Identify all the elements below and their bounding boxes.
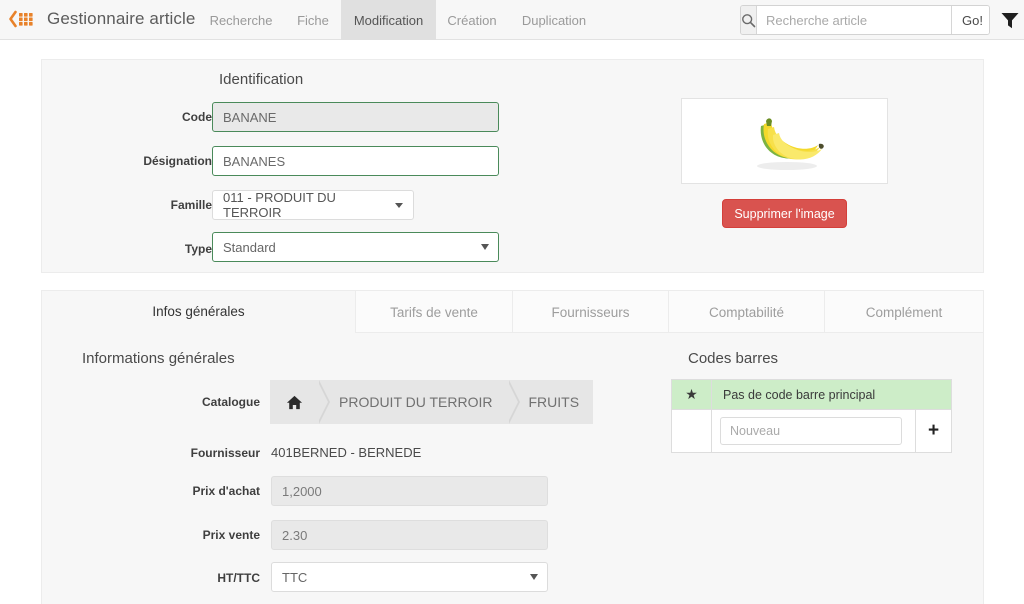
- nav-tab-recherche[interactable]: Recherche: [205, 0, 277, 40]
- famille-dropdown[interactable]: 011 - PRODUIT DU TERROIR: [212, 190, 414, 220]
- tab-fournisseurs[interactable]: Fournisseurs: [512, 291, 668, 333]
- codes-barres-table: ★ Pas de code barre principal +: [671, 379, 952, 453]
- prix-achat-label: Prix d'achat: [192, 484, 260, 498]
- httc-select[interactable]: TTC: [271, 562, 548, 592]
- top-navigation-bar: Gestionnaire article Recherche Fiche Mod…: [0, 0, 1024, 40]
- prix-achat-input[interactable]: [271, 476, 548, 506]
- tab-underline: [355, 332, 984, 333]
- type-label: Type: [184, 242, 212, 256]
- infos-generales-title: Informations générales: [82, 350, 235, 367]
- search-input[interactable]: [757, 6, 951, 34]
- tab-infos-generales[interactable]: Infos générales: [42, 291, 355, 333]
- product-image-frame: [681, 98, 888, 184]
- httc-label: HT/TTC: [217, 571, 260, 585]
- tab-comptabilite[interactable]: Comptabilité: [668, 291, 824, 333]
- new-barcode-input[interactable]: [720, 417, 902, 445]
- select-arrow-icon: [481, 244, 489, 250]
- famille-dropdown-value: 011 - PRODUIT DU TERROIR: [223, 190, 336, 220]
- new-barcode-cell: [711, 409, 916, 453]
- fournisseur-label: Fournisseur: [190, 446, 260, 460]
- nav-tab-fiche[interactable]: Fiche: [289, 0, 337, 40]
- app-title: Gestionnaire article: [47, 9, 196, 28]
- identification-title: Identification: [219, 71, 304, 88]
- select-arrow-icon: [530, 574, 538, 580]
- empty-cell: [671, 409, 712, 453]
- search-go-button[interactable]: Go!: [951, 6, 989, 34]
- nav-tab-modification[interactable]: Modification: [341, 0, 436, 40]
- home-icon: [286, 395, 303, 409]
- delete-image-button[interactable]: Supprimer l'image: [722, 199, 847, 228]
- tab-tarifs-de-vente[interactable]: Tarifs de vente: [355, 291, 512, 333]
- tab-complement[interactable]: Complément: [824, 291, 983, 333]
- funnel-filter-icon[interactable]: [999, 9, 1021, 31]
- code-label: Code: [182, 110, 212, 124]
- breadcrumb-item-1[interactable]: PRODUIT DU TERROIR: [317, 380, 519, 424]
- banana-bunch-image: [756, 118, 824, 170]
- add-barcode-button[interactable]: +: [915, 409, 952, 453]
- star-icon[interactable]: ★: [671, 379, 712, 410]
- chevron-down-icon: [395, 202, 403, 208]
- codes-barres-title: Codes barres: [688, 350, 779, 367]
- code-input[interactable]: [212, 102, 499, 132]
- search-icon[interactable]: [741, 6, 757, 34]
- catalogue-breadcrumb[interactable]: PRODUIT DU TERROIR FRUITS: [270, 380, 594, 424]
- httc-select-value: TTC: [282, 569, 308, 585]
- designation-input[interactable]: [212, 146, 499, 176]
- table-row: ★ Pas de code barre principal: [671, 379, 952, 410]
- search-group: Go!: [740, 5, 990, 35]
- famille-label: Famille: [170, 198, 212, 212]
- type-select[interactable]: Standard: [212, 232, 499, 262]
- grid-back-icon[interactable]: [8, 7, 40, 31]
- type-select-value: Standard: [223, 239, 276, 255]
- nav-tab-creation[interactable]: Création: [440, 0, 504, 40]
- prix-vente-input[interactable]: [271, 520, 548, 550]
- prix-vente-label: Prix vente: [202, 528, 260, 542]
- nav-tab-duplication[interactable]: Duplication: [512, 0, 596, 40]
- designation-label: Désignation: [143, 154, 212, 168]
- catalogue-label: Catalogue: [201, 395, 260, 409]
- table-row: +: [671, 409, 952, 453]
- breadcrumb-home[interactable]: [270, 380, 330, 424]
- fournisseur-value: 401BERNED - BERNEDE: [271, 445, 422, 460]
- main-barcode-label: Pas de code barre principal: [711, 379, 952, 410]
